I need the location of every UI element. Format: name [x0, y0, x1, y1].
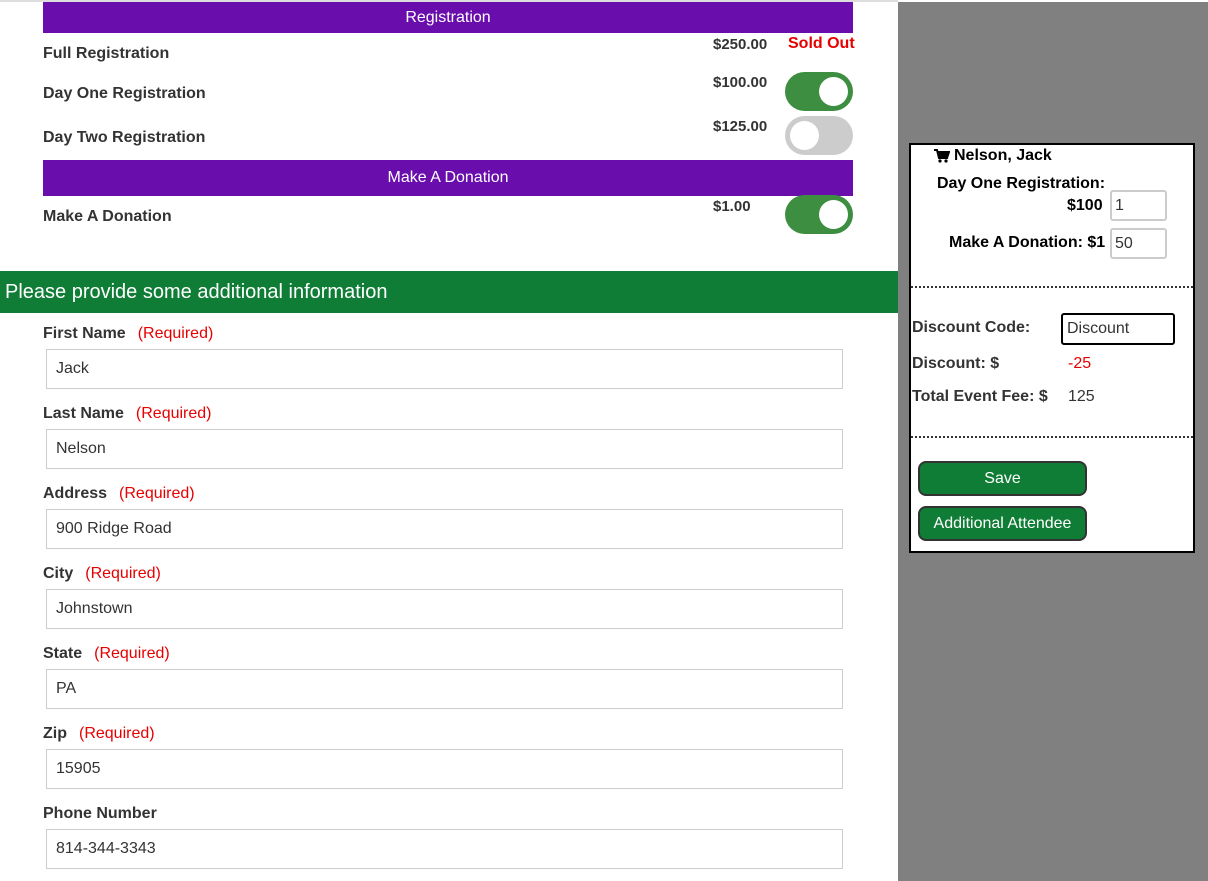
required-indicator: (Required) [119, 485, 195, 502]
discount-label: Discount: $ [912, 355, 1000, 372]
last-name-label-text: Last Name [43, 405, 124, 422]
sold-out-badge: Sold Out [788, 35, 855, 52]
state-label-text: State [43, 645, 83, 662]
full-registration-price: $250.00 [713, 36, 768, 53]
toggle-knob [790, 121, 819, 150]
day-two-registration-toggle[interactable] [785, 116, 853, 155]
donation-section-header: Make A Donation [43, 160, 853, 196]
address-label-text: Address [43, 485, 108, 502]
phone-number-label: Phone Number [43, 805, 157, 823]
dotted-divider [911, 286, 1193, 288]
zip-label: Zip (Required) [43, 725, 155, 743]
first-name-label: First Name (Required) [43, 325, 213, 343]
donation-label: Make A Donation [43, 208, 172, 225]
discount-code-label: Discount Code: [912, 319, 1031, 336]
day-two-registration-label: Day Two Registration [43, 129, 206, 146]
required-indicator: (Required) [135, 405, 212, 422]
address-label: Address (Required) [43, 485, 195, 503]
day-one-registration-label: Day One Registration [43, 85, 206, 102]
total-event-fee-value: 125 [1068, 388, 1095, 405]
toggle-knob [819, 200, 848, 229]
required-indicator: (Required) [137, 325, 214, 342]
cart-attendee-name: Nelson, Jack [954, 147, 1052, 164]
toggle-knob [819, 77, 848, 106]
zip-input[interactable] [46, 749, 843, 789]
city-label: City (Required) [43, 565, 161, 583]
cart-item-day-one-price: $100 [1067, 197, 1103, 214]
cart-item-day-one-label: Day One Registration: [937, 175, 1106, 192]
shopping-cart-icon [934, 149, 951, 167]
first-name-input[interactable] [46, 349, 843, 389]
day-one-registration-toggle[interactable] [785, 72, 853, 111]
city-label-text: City [43, 565, 74, 582]
total-event-fee-label: Total Event Fee: $ [912, 388, 1048, 405]
discount-code-input[interactable] [1061, 313, 1175, 345]
first-name-label-text: First Name [43, 325, 126, 342]
day-one-registration-price: $100.00 [713, 74, 768, 91]
additional-info-banner: Please provide some additional informati… [0, 271, 898, 313]
required-indicator: (Required) [85, 565, 161, 582]
address-input[interactable] [46, 509, 843, 549]
last-name-input[interactable] [46, 429, 843, 469]
additional-attendee-button[interactable]: Additional Attendee [918, 506, 1087, 541]
cart-summary-box: Nelson, Jack Day One Registration: $100 … [909, 143, 1195, 553]
phone-number-label-text: Phone Number [43, 805, 157, 822]
donation-toggle[interactable] [785, 195, 853, 234]
state-label: State (Required) [43, 645, 170, 663]
zip-label-text: Zip [43, 725, 67, 742]
cart-item-donation-label: Make A Donation: $1 [949, 234, 1106, 251]
discount-value: -25 [1068, 355, 1092, 372]
required-indicator: (Required) [94, 645, 170, 662]
full-registration-label: Full Registration [43, 45, 170, 62]
required-indicator: (Required) [79, 725, 155, 742]
phone-number-input[interactable] [46, 829, 843, 869]
registration-section-header: Registration [43, 2, 853, 33]
dotted-divider [911, 436, 1193, 438]
last-name-label: Last Name (Required) [43, 405, 212, 423]
day-two-registration-price: $125.00 [713, 118, 768, 135]
donation-quantity-input[interactable] [1110, 228, 1167, 259]
city-input[interactable] [46, 589, 843, 629]
day-one-quantity-input[interactable] [1110, 190, 1167, 221]
state-input[interactable] [46, 669, 843, 709]
save-button[interactable]: Save [918, 461, 1087, 496]
donation-price: $1.00 [713, 198, 751, 215]
